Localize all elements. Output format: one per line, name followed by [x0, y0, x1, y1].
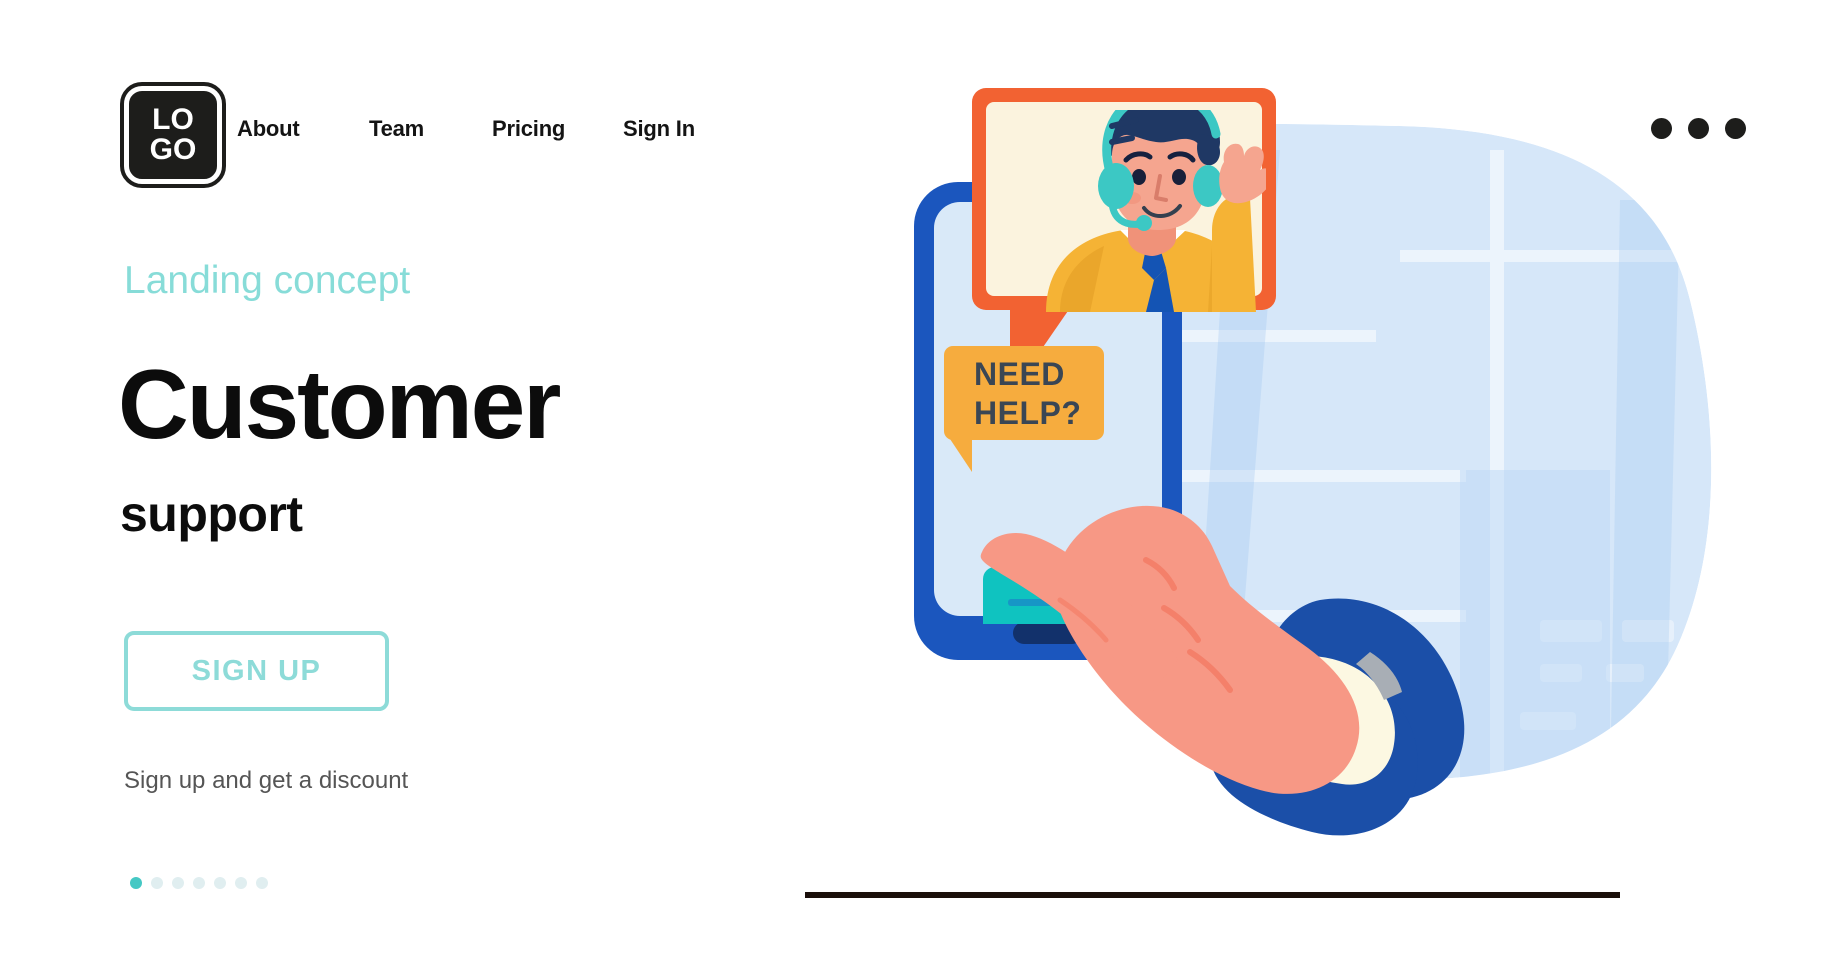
nav-item-team[interactable]: Team	[369, 116, 424, 142]
sign-up-button-label: SIGN UP	[191, 654, 322, 687]
need-help-line-2: HELP?	[974, 395, 1081, 431]
hero-subheadline: support	[120, 486, 303, 542]
logo[interactable]: LO GO	[120, 82, 226, 188]
carousel-dot-6[interactable]	[235, 877, 247, 889]
logo-line-2: GO	[149, 133, 197, 166]
nav-item-about[interactable]: About	[237, 116, 300, 142]
hero-eyebrow: Landing concept	[124, 259, 411, 302]
carousel-dot-7[interactable]	[256, 877, 268, 889]
carousel-dot-3[interactable]	[172, 877, 184, 889]
cta-caption: Sign up and get a discount	[124, 767, 409, 794]
carousel-dots[interactable]	[130, 877, 268, 889]
nav-item-pricing[interactable]: Pricing	[492, 116, 565, 142]
logo-line-1: LO	[152, 103, 194, 136]
nav-item-sign-in[interactable]: Sign In	[623, 116, 695, 142]
carousel-dot-1[interactable]	[130, 877, 142, 889]
carousel-dot-4[interactable]	[193, 877, 205, 889]
hero-illustration: NEED HELP?	[760, 0, 1837, 980]
carousel-dot-5[interactable]	[214, 877, 226, 889]
sign-up-button[interactable]: SIGN UP	[124, 631, 389, 711]
need-help-line-1: NEED	[974, 356, 1065, 392]
carousel-dot-2[interactable]	[151, 877, 163, 889]
hero-headline: Customer	[118, 349, 561, 459]
